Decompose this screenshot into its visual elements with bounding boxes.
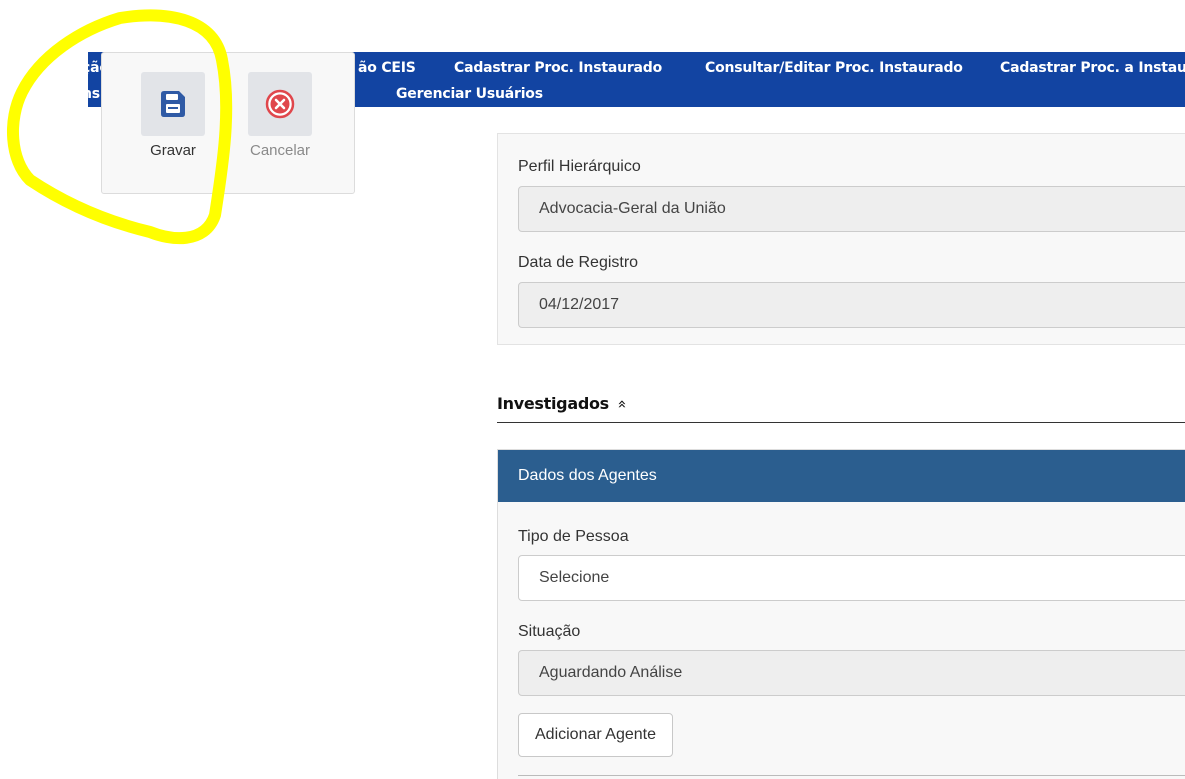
action-toolbar: Gravar Cancelar [101,52,355,194]
cancel-icon-box [248,72,312,136]
dados-agentes-panel: Dados dos Agentes Tipo de Pessoa Selecio… [497,449,1185,779]
situacao-field: Aguardando Análise [518,650,1185,696]
section-divider [497,422,1185,423]
nav-link-cadastrar-proc-instaurado[interactable]: Cadastrar Proc. Instaurado [454,60,662,76]
cancel-button[interactable]: Cancelar [247,72,313,159]
cancel-button-label: Cancelar [249,142,311,159]
dados-agentes-header: Dados dos Agentes [498,450,1185,502]
situacao-label: Situação [518,623,581,640]
adicionar-agente-button[interactable]: Adicionar Agente [518,713,673,757]
perfil-hierarquico-label: Perfil Hierárquico [518,158,641,175]
nav-link-ceis[interactable]: ão CEIS [358,60,416,76]
close-circle-icon [265,89,295,119]
save-button[interactable]: Gravar [140,72,206,159]
nav-link-consultar-editar-proc-instaurado[interactable]: Consultar/Editar Proc. Instaurado [705,60,963,76]
investigados-section-toggle[interactable]: Investigados « [497,394,632,413]
nav-link-partial-2[interactable]: ns [88,86,100,102]
table-top-border [518,775,1185,776]
perfil-hierarquico-field: Advocacia-Geral da União [518,186,1185,232]
nav-link-cadastrar-proc-a-instaurar[interactable]: Cadastrar Proc. a Instau [1000,60,1185,76]
perfil-panel: Perfil Hierárquico Advocacia-Geral da Un… [497,133,1185,345]
tipo-pessoa-select[interactable]: Selecione [518,555,1185,601]
save-button-label: Gravar [150,142,196,159]
investigados-title: Investigados [497,394,609,413]
page: ção ão CEIS Cadastrar Proc. Instaurado C… [0,0,1185,779]
floppy-disk-icon [161,91,185,117]
data-registro-label: Data de Registro [518,254,639,271]
save-icon-box [141,72,205,136]
data-registro-field: 04/12/2017 [518,282,1185,328]
chevron-up-icon: « [613,399,632,409]
nav-link-gerenciar-usuarios[interactable]: Gerenciar Usuários [396,86,543,102]
tipo-pessoa-label: Tipo de Pessoa [518,528,629,545]
